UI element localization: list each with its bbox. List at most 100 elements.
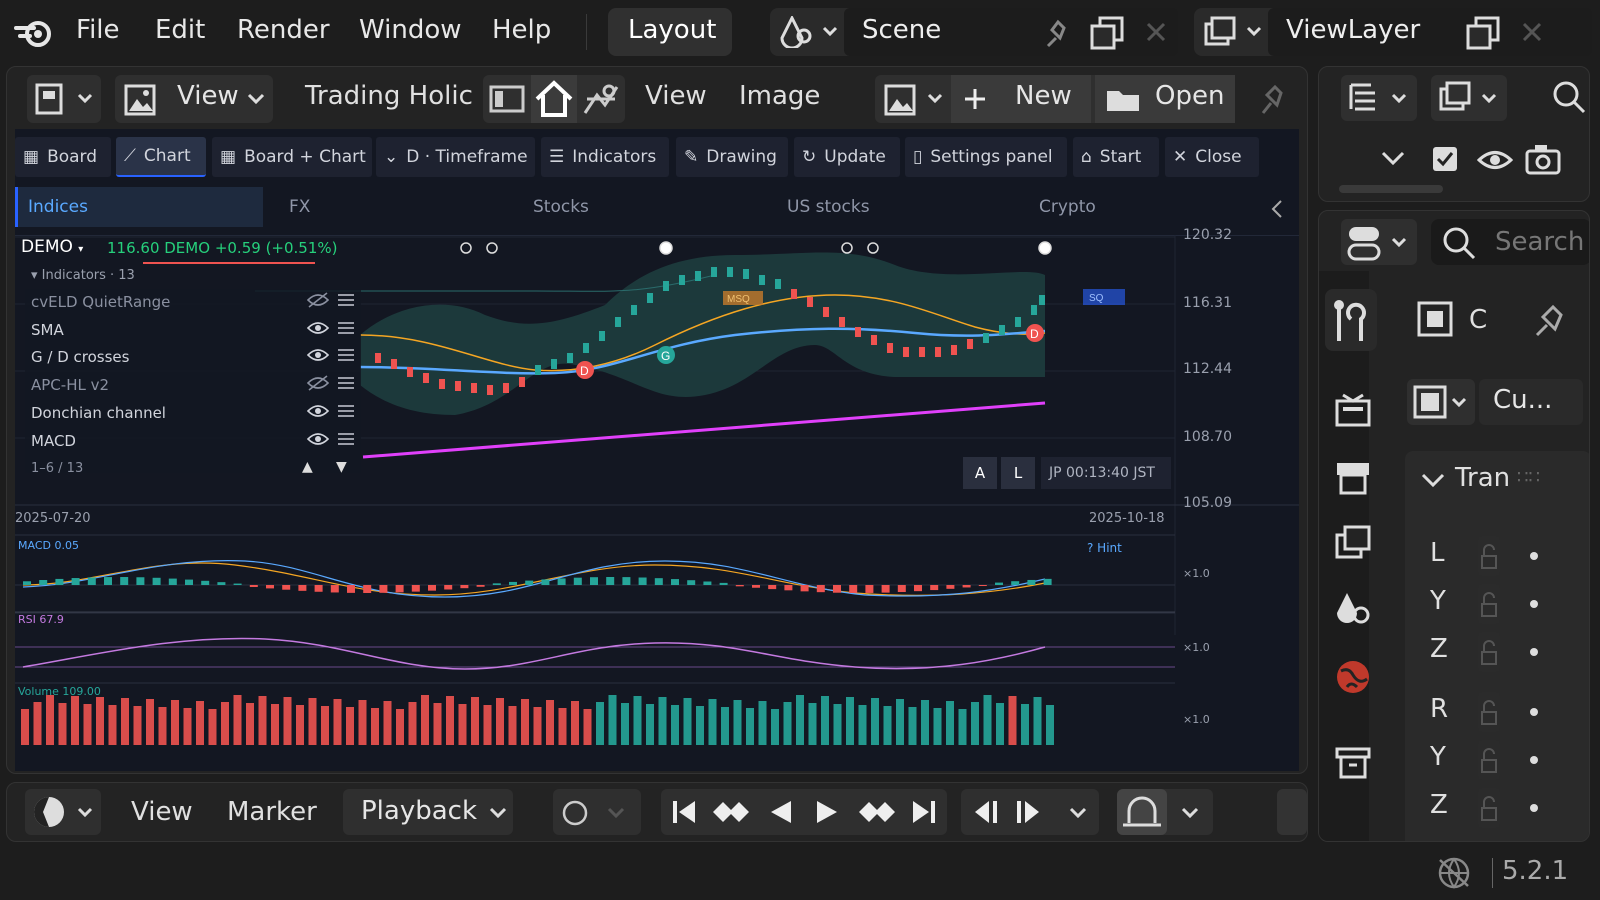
- chevron-down-icon[interactable]: [607, 807, 625, 819]
- pin-icon[interactable]: [1040, 18, 1072, 50]
- eye-icon[interactable]: [307, 346, 329, 364]
- step-forward-icon[interactable]: [1013, 797, 1045, 827]
- menu-image[interactable]: Image: [739, 81, 820, 111]
- new-image-button[interactable]: New: [951, 75, 1091, 123]
- checkbox-icon[interactable]: [1431, 145, 1459, 173]
- eye-icon[interactable]: [307, 319, 329, 337]
- tab-stocks[interactable]: Stocks: [523, 187, 763, 227]
- scene-name[interactable]: Scene: [862, 15, 941, 45]
- output-icon[interactable]: [1333, 457, 1373, 497]
- keyframe-dot-icon[interactable]: [1530, 600, 1538, 608]
- play-reverse-icon[interactable]: [765, 797, 795, 827]
- menu-view[interactable]: View: [645, 81, 707, 111]
- settings-lines-icon[interactable]: [337, 375, 355, 391]
- settings-lines-icon[interactable]: [337, 320, 355, 336]
- prev-keyframe-icon[interactable]: [711, 797, 751, 827]
- page-up-icon[interactable]: ▲: [302, 459, 313, 475]
- outliner-filter[interactable]: [1431, 75, 1507, 121]
- view-dropdown[interactable]: View: [115, 75, 273, 123]
- camera-icon[interactable]: [1525, 143, 1561, 175]
- view-layer-icon[interactable]: [1333, 523, 1373, 563]
- keyframe-dot-icon[interactable]: [1530, 648, 1538, 656]
- chevron-down-icon[interactable]: [1381, 151, 1405, 167]
- chevron-down-icon[interactable]: [1421, 473, 1445, 489]
- board-chart-button[interactable]: ▦ Board + Chart: [212, 137, 372, 177]
- indicator-item[interactable]: Donchian channel: [31, 404, 166, 422]
- object-name[interactable]: C: [1469, 305, 1487, 335]
- object-type-dropdown[interactable]: [1407, 379, 1475, 425]
- tab-indices[interactable]: Indices: [15, 187, 263, 227]
- keyframe-dot-icon[interactable]: [1530, 708, 1538, 716]
- eye-off-icon[interactable]: [307, 291, 329, 309]
- network-icon[interactable]: [1436, 856, 1472, 890]
- update-button[interactable]: ↻ Update: [794, 137, 900, 177]
- render-icon[interactable]: [1333, 391, 1373, 431]
- lock-icon[interactable]: [1478, 584, 1500, 624]
- timeframe-button[interactable]: ⌄ D · Timeframe: [376, 137, 535, 177]
- pin-icon[interactable]: [1257, 81, 1287, 117]
- lock-icon[interactable]: [1478, 536, 1500, 576]
- tools-icon[interactable]: [581, 81, 621, 117]
- snap-toggle[interactable]: [1117, 789, 1167, 835]
- pin-icon[interactable]: [1531, 299, 1571, 339]
- start-button[interactable]: ⌂ Start: [1073, 137, 1159, 177]
- object-data-field[interactable]: Cu...: [1479, 379, 1583, 425]
- search-icon[interactable]: [1551, 79, 1587, 115]
- menu-help[interactable]: Help: [492, 15, 551, 45]
- tab-crypto[interactable]: Crypto: [1029, 187, 1269, 227]
- menu-marker[interactable]: Marker: [227, 797, 317, 827]
- menu-window[interactable]: Window: [359, 15, 462, 45]
- editor-type-dropdown[interactable]: [27, 75, 101, 123]
- collection-icon[interactable]: [1333, 743, 1373, 783]
- drag-handle-icon[interactable]: ∷∷: [1517, 467, 1540, 488]
- indicator-item[interactable]: G / D crosses: [31, 348, 129, 366]
- settings-lines-icon[interactable]: [337, 292, 355, 308]
- board-button[interactable]: ▦ Board: [15, 137, 111, 177]
- indicator-item[interactable]: APC-HL v2: [31, 376, 109, 394]
- indicators-button[interactable]: ☰ Indicators: [541, 137, 669, 177]
- scene-selector[interactable]: Scene: [770, 8, 1178, 56]
- keyframe-dot-icon[interactable]: [1530, 804, 1538, 812]
- properties-search[interactable]: Search: [1431, 219, 1589, 265]
- close-button[interactable]: ✕ Close: [1165, 137, 1259, 177]
- hint-link[interactable]: ? Hint: [1087, 541, 1122, 555]
- chart-button[interactable]: ⟋ Chart: [116, 137, 206, 177]
- indicator-item[interactable]: MACD: [31, 432, 76, 450]
- properties-editor-type[interactable]: [1341, 219, 1417, 265]
- menu-view[interactable]: View: [131, 797, 193, 827]
- step-back-icon[interactable]: [969, 797, 1001, 827]
- render-layers-icon[interactable]: [1202, 16, 1266, 48]
- world-icon[interactable]: [1333, 657, 1373, 697]
- jump-start-icon[interactable]: [669, 797, 699, 827]
- blender-logo-icon[interactable]: [12, 14, 56, 50]
- auto-scale-button[interactable]: A: [963, 457, 997, 489]
- eye-off-icon[interactable]: [307, 374, 329, 392]
- indicator-item[interactable]: SMA: [31, 321, 64, 339]
- menu-edit[interactable]: Edit: [155, 15, 205, 45]
- scrollbar[interactable]: [1339, 185, 1443, 193]
- log-scale-button[interactable]: L: [1001, 457, 1035, 489]
- tab-us-stocks[interactable]: US stocks: [777, 187, 1017, 227]
- chevron-down-icon[interactable]: [1181, 807, 1199, 819]
- close-icon[interactable]: [1520, 20, 1544, 44]
- jump-end-icon[interactable]: [909, 797, 939, 827]
- viewlayer-selector[interactable]: ViewLayer: [1194, 8, 1592, 56]
- volume-scale[interactable]: ×1.0: [1183, 713, 1210, 726]
- lock-icon[interactable]: [1478, 740, 1500, 780]
- collapse-left-icon[interactable]: [1269, 199, 1285, 219]
- page-down-icon[interactable]: ▼: [336, 459, 347, 475]
- indicator-item[interactable]: cvELD QuietRange: [31, 293, 170, 311]
- play-icon[interactable]: [811, 797, 841, 827]
- sidebar-toggle-icon[interactable]: [487, 81, 527, 117]
- record-icon[interactable]: [561, 799, 589, 827]
- settings-panel-button[interactable]: ▯ Settings panel: [905, 137, 1067, 177]
- eye-icon[interactable]: [307, 402, 329, 420]
- chevron-down-icon[interactable]: [1069, 807, 1087, 819]
- menu-file[interactable]: File: [76, 15, 120, 45]
- scroll-handle[interactable]: [1277, 789, 1307, 835]
- settings-lines-icon[interactable]: [337, 347, 355, 363]
- settings-lines-icon[interactable]: [337, 431, 355, 447]
- symbol-selector[interactable]: DEMO ▾: [21, 237, 83, 257]
- eye-icon[interactable]: [1477, 147, 1513, 173]
- outliner-display-mode[interactable]: [1341, 75, 1417, 121]
